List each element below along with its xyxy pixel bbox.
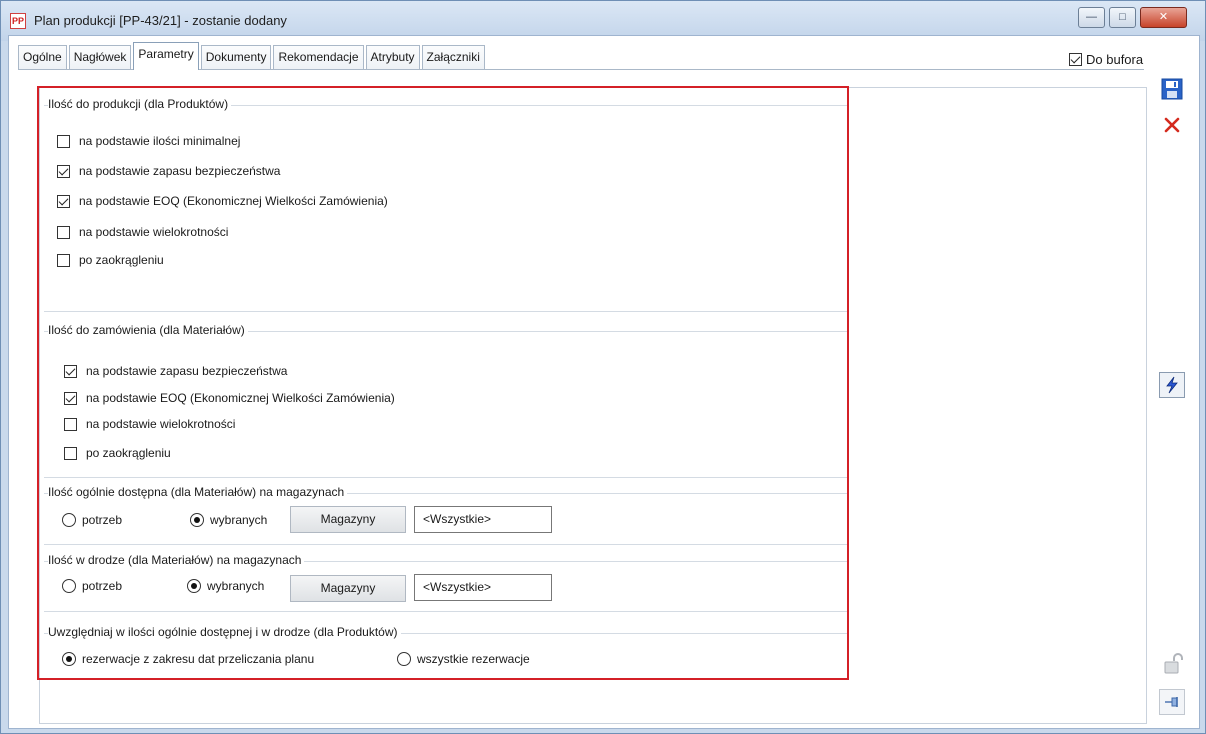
pin-button[interactable] xyxy=(1159,689,1185,715)
checkbox[interactable] xyxy=(64,446,77,460)
order-group-title: Ilość do zamówienia (dla Materiałów) xyxy=(48,323,248,337)
tab-strip: Ogólne Nagłówek Parametry Dokumenty Reko… xyxy=(18,42,487,70)
save-icon xyxy=(1161,78,1183,100)
order-option-rounding[interactable]: po zaokrągleniu xyxy=(64,446,171,460)
window-title: Plan produkcji [PP-43/21] - zostanie dod… xyxy=(34,13,287,28)
option-label: na podstawie wielokrotności xyxy=(79,225,229,239)
do-bufora-checkbox[interactable]: Do bufora xyxy=(1069,52,1143,67)
radio-label: potrzeb xyxy=(82,513,123,527)
production-option-safety[interactable]: na podstawie zapasu bezpieczeństwa xyxy=(57,164,280,178)
radio-label: rezerwacje z zakresu dat przeliczania pl… xyxy=(82,652,315,666)
tab-atrybuty[interactable]: Atrybuty xyxy=(365,45,420,69)
tab-ogolne[interactable]: Ogólne xyxy=(18,45,67,69)
cancel-button[interactable] xyxy=(1159,112,1185,138)
group-border xyxy=(44,311,847,312)
radio-label: wybranych xyxy=(207,579,265,593)
option-label: po zaokrągleniu xyxy=(86,446,171,460)
radio[interactable] xyxy=(397,652,411,666)
available-radio-wybranych[interactable]: wybranych xyxy=(190,513,267,527)
group-border xyxy=(44,477,847,478)
radio[interactable] xyxy=(62,652,76,666)
available-group-title: Ilość ogólnie dostępna (dla Materiałów) … xyxy=(48,485,348,499)
reservations-group-title: Uwzględniaj w ilości ogólnie dostępnej i… xyxy=(48,625,401,639)
pin-icon xyxy=(1165,697,1178,707)
option-label: na podstawie zapasu bezpieczeństwa xyxy=(79,164,281,178)
radio-label: potrzeb xyxy=(82,579,123,593)
minimize-button[interactable]: — xyxy=(1078,7,1105,28)
checkbox[interactable] xyxy=(64,391,77,405)
available-warehouses-field[interactable]: <Wszystkie> xyxy=(414,506,552,533)
order-option-safety[interactable]: na podstawie zapasu bezpieczeństwa xyxy=(64,364,287,378)
generate-button[interactable] xyxy=(1159,372,1185,398)
reservations-radio-range[interactable]: rezerwacje z zakresu dat przeliczania pl… xyxy=(62,652,314,666)
production-option-multiple[interactable]: na podstawie wielokrotności xyxy=(57,225,228,239)
transit-warehouses-field[interactable]: <Wszystkie> xyxy=(414,574,552,601)
transit-radio-wybranych[interactable]: wybranych xyxy=(187,579,264,593)
do-bufora-check-icon[interactable] xyxy=(1069,53,1082,66)
order-option-eoq[interactable]: na podstawie EOQ (Ekonomicznej Wielkości… xyxy=(64,391,395,405)
radio[interactable] xyxy=(62,513,76,527)
production-option-eoq[interactable]: na podstawie EOQ (Ekonomicznej Wielkości… xyxy=(57,194,388,208)
available-magazyny-button[interactable]: Magazyny xyxy=(290,506,406,533)
app-window: PP Plan produkcji [PP-43/21] - zostanie … xyxy=(0,0,1206,734)
radio[interactable] xyxy=(187,579,201,593)
group-border xyxy=(44,544,847,545)
option-label: na podstawie zapasu bezpieczeństwa xyxy=(86,364,288,378)
group-border xyxy=(44,611,847,612)
tab-zalaczniki[interactable]: Załączniki xyxy=(421,45,485,69)
option-label: na podstawie wielokrotności xyxy=(86,417,236,431)
order-option-multiple[interactable]: na podstawie wielokrotności xyxy=(64,417,235,431)
transit-radio-potrzeb[interactable]: potrzeb xyxy=(62,579,122,593)
radio[interactable] xyxy=(190,513,204,527)
tab-parametry[interactable]: Parametry xyxy=(133,42,199,70)
close-button[interactable]: ✕ xyxy=(1140,7,1187,28)
lock-button[interactable] xyxy=(1160,651,1186,677)
available-radio-potrzeb[interactable]: potrzeb xyxy=(62,513,122,527)
maximize-button[interactable]: □ xyxy=(1109,7,1136,28)
checkbox[interactable] xyxy=(64,364,77,378)
option-label: na podstawie EOQ (Ekonomicznej Wielkości… xyxy=(79,194,388,208)
transit-group-title: Ilość w drodze (dla Materiałów) na magaz… xyxy=(48,553,305,567)
radio-label: wszystkie rezerwacje xyxy=(417,652,530,666)
radio[interactable] xyxy=(62,579,76,593)
transit-magazyny-button[interactable]: Magazyny xyxy=(290,575,406,602)
app-logo-icon: PP xyxy=(10,13,26,29)
tab-dokumenty[interactable]: Dokumenty xyxy=(200,45,272,69)
save-button[interactable] xyxy=(1159,76,1185,102)
checkbox[interactable] xyxy=(57,164,70,178)
checkbox[interactable] xyxy=(57,134,70,148)
cancel-icon xyxy=(1164,117,1180,133)
production-option-rounding[interactable]: po zaokrągleniu xyxy=(57,253,164,267)
checkbox[interactable] xyxy=(57,194,70,208)
option-label: na podstawie EOQ (Ekonomicznej Wielkości… xyxy=(86,391,395,405)
option-label: na podstawie ilości minimalnej xyxy=(79,134,241,148)
tab-naglowek[interactable]: Nagłówek xyxy=(68,45,132,69)
production-option-min[interactable]: na podstawie ilości minimalnej xyxy=(57,134,240,148)
checkbox[interactable] xyxy=(57,225,70,239)
checkbox[interactable] xyxy=(57,253,70,267)
radio-label: wybranych xyxy=(210,513,268,527)
checkbox[interactable] xyxy=(64,417,77,431)
lock-icon xyxy=(1164,653,1183,674)
tab-rekomendacje[interactable]: Rekomendacje xyxy=(273,45,364,69)
reservations-radio-all[interactable]: wszystkie rezerwacje xyxy=(397,652,530,666)
option-label: po zaokrągleniu xyxy=(79,253,164,267)
lightning-icon xyxy=(1166,376,1178,394)
production-group-title: Ilość do produkcji (dla Produktów) xyxy=(48,97,232,111)
do-bufora-label: Do bufora xyxy=(1086,52,1144,67)
